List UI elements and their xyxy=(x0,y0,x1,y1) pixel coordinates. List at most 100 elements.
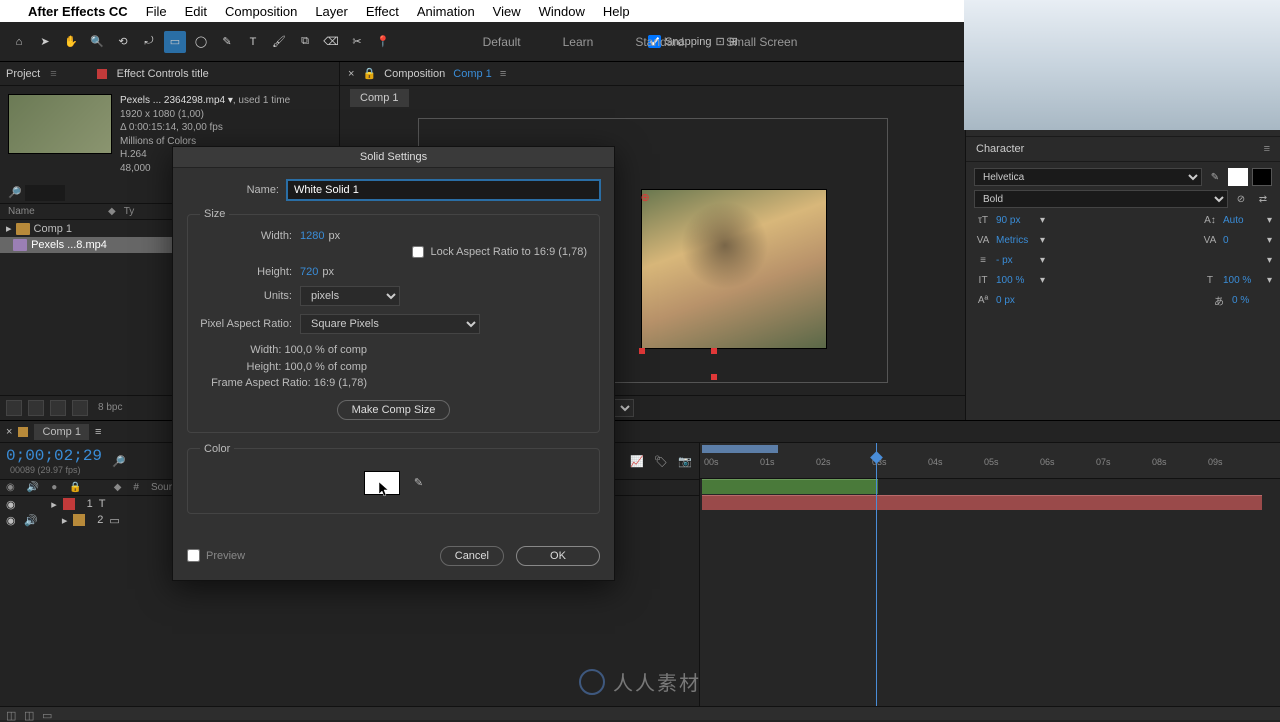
workspace-standard[interactable]: Standard xyxy=(629,31,690,53)
app-name[interactable]: After Effects CC xyxy=(28,4,128,19)
search-icon[interactable]: 🔎 xyxy=(8,187,22,199)
rotate-tool-icon[interactable]: ⤾ xyxy=(138,31,160,53)
tl-search-icon[interactable]: 🔎 xyxy=(112,455,126,468)
brush-tool-icon[interactable]: 🖌 xyxy=(268,31,290,53)
workspace-default[interactable]: Default xyxy=(477,31,527,53)
effect-controls-tab[interactable]: Effect Controls title xyxy=(117,68,209,80)
eraser-tool-icon[interactable]: ⌫ xyxy=(320,31,342,53)
cancel-button[interactable]: Cancel xyxy=(440,546,504,566)
layer-color-swatch[interactable] xyxy=(63,498,75,510)
interpret-icon[interactable] xyxy=(6,400,22,416)
tl-menu-icon[interactable]: ≡ xyxy=(95,426,101,438)
status-icon-3[interactable]: ▭ xyxy=(42,709,54,719)
new-comp-icon[interactable] xyxy=(50,400,66,416)
no-fill-icon[interactable]: ⊘ xyxy=(1232,191,1250,207)
current-timecode[interactable]: 0;00;02;29 xyxy=(6,447,102,465)
zoom-tool-icon[interactable]: 🔍 xyxy=(86,31,108,53)
puppet-tool-icon[interactable]: 📍 xyxy=(372,31,394,53)
panel-menu-icon[interactable]: ≡ xyxy=(50,68,56,80)
handle-left[interactable] xyxy=(639,348,645,354)
menu-help[interactable]: Help xyxy=(603,4,630,19)
work-area-bar[interactable] xyxy=(702,445,778,453)
menu-window[interactable]: Window xyxy=(539,4,585,19)
col-label-icon[interactable]: ◆ xyxy=(108,206,116,217)
panel-character[interactable]: Character≡ xyxy=(966,137,1280,162)
vscale-input[interactable]: 100 % xyxy=(996,275,1036,286)
ok-button[interactable]: OK xyxy=(516,546,600,566)
hand-tool-icon[interactable]: ✋ xyxy=(60,31,82,53)
swap-colors-icon[interactable]: ⇄ xyxy=(1254,191,1272,207)
stroke-color-swatch[interactable] xyxy=(1252,168,1272,186)
layer-bar-1[interactable] xyxy=(702,479,878,494)
preview-checkbox[interactable]: Preview xyxy=(187,549,245,562)
eyedropper-icon[interactable]: ✎ xyxy=(1206,169,1224,185)
font-family-select[interactable]: Helvetica xyxy=(974,168,1202,186)
rectangle-tool-icon[interactable]: ▭ xyxy=(164,31,186,53)
bpc-toggle[interactable]: 8 bpc xyxy=(94,400,126,416)
menu-edit[interactable]: Edit xyxy=(185,4,207,19)
par-select[interactable]: Square Pixels xyxy=(300,314,480,334)
pen-tool-icon[interactable]: ✎ xyxy=(216,31,238,53)
lock-aspect-checkbox[interactable]: Lock Aspect Ratio to 16:9 (1,78) xyxy=(412,246,587,258)
solid-name-input[interactable] xyxy=(287,180,600,200)
menu-animation[interactable]: Animation xyxy=(417,4,475,19)
font-style-select[interactable]: Bold xyxy=(974,190,1228,208)
home-tool-icon[interactable]: ⌂ xyxy=(8,31,30,53)
clone-tool-icon[interactable]: ⧉ xyxy=(294,31,316,53)
visibility-icon[interactable]: ◉ xyxy=(6,514,18,527)
anchor-point-icon[interactable]: ⊕ xyxy=(641,191,650,204)
selection-tool-icon[interactable]: ➤ xyxy=(34,31,56,53)
handle-bottom[interactable] xyxy=(711,374,717,380)
project-tab[interactable]: Project xyxy=(6,68,40,80)
ellipse-tool-icon[interactable]: ◯ xyxy=(190,31,212,53)
playhead[interactable] xyxy=(876,443,877,720)
tsume-input[interactable]: 0 % xyxy=(1232,295,1272,306)
col-name[interactable]: Name xyxy=(8,206,108,217)
graph-editor-icon[interactable]: 📈 xyxy=(629,453,645,469)
workspace-learn[interactable]: Learn xyxy=(557,31,600,53)
tracking-input[interactable]: 0 xyxy=(1223,235,1263,246)
workspace-small-screen[interactable]: Small Screen xyxy=(720,31,803,53)
menu-effect[interactable]: Effect xyxy=(366,4,399,19)
status-icon-1[interactable]: ◫ xyxy=(6,709,18,719)
orbit-tool-icon[interactable]: ⟲ xyxy=(112,31,134,53)
layer-bar-2[interactable] xyxy=(702,495,1262,510)
leading-input[interactable]: Auto xyxy=(1223,215,1263,226)
menu-view[interactable]: View xyxy=(493,4,521,19)
project-thumbnail[interactable] xyxy=(8,94,112,154)
project-settings-icon[interactable] xyxy=(72,400,88,416)
char-menu-icon[interactable]: ≡ xyxy=(1264,143,1270,155)
tl-close-icon[interactable]: × xyxy=(6,426,12,438)
new-folder-icon[interactable] xyxy=(28,400,44,416)
fill-color-swatch[interactable] xyxy=(1228,168,1248,186)
width-input[interactable]: 1280 xyxy=(300,230,324,242)
visibility-icon[interactable]: ◉ xyxy=(6,498,18,511)
menu-layer[interactable]: Layer xyxy=(315,4,348,19)
preview-input[interactable] xyxy=(187,549,200,562)
font-size-input[interactable]: 90 px xyxy=(996,215,1036,226)
comp-name[interactable]: Comp 1 xyxy=(453,68,492,80)
snapshot-icon[interactable]: 📷 xyxy=(677,453,693,469)
layer-color-swatch[interactable] xyxy=(73,514,85,526)
color-eyedropper-icon[interactable]: ✎ xyxy=(414,476,423,489)
units-select[interactable]: pixels xyxy=(300,286,400,306)
make-comp-size-button[interactable]: Make Comp Size xyxy=(337,400,451,420)
tag-icon[interactable]: 🏷 xyxy=(653,453,669,469)
lock-aspect-input[interactable] xyxy=(412,246,424,258)
status-icon-2[interactable]: ◫ xyxy=(24,709,36,719)
roto-tool-icon[interactable]: ✂ xyxy=(346,31,368,53)
menu-composition[interactable]: Composition xyxy=(225,4,297,19)
col-type[interactable]: Ty xyxy=(124,206,135,217)
color-swatch[interactable] xyxy=(364,471,400,495)
hscale-input[interactable]: 100 % xyxy=(1223,275,1263,286)
menu-file[interactable]: File xyxy=(146,4,167,19)
stroke-width-input[interactable]: - px xyxy=(996,255,1036,266)
close-tab-icon[interactable]: × xyxy=(348,68,354,80)
project-search-input[interactable] xyxy=(25,185,65,201)
lock-icon[interactable]: 🔒 xyxy=(362,67,376,80)
baseline-input[interactable]: 0 px xyxy=(996,295,1036,306)
timeline-tracks[interactable]: 00s 01s 02s 03s 04s 05s 06s 07s 08s 09s xyxy=(700,443,1280,720)
timeline-tab[interactable]: Comp 1 xyxy=(34,424,89,440)
comp-menu-icon[interactable]: ≡ xyxy=(500,68,506,80)
kerning-input[interactable]: Metrics xyxy=(996,235,1036,246)
